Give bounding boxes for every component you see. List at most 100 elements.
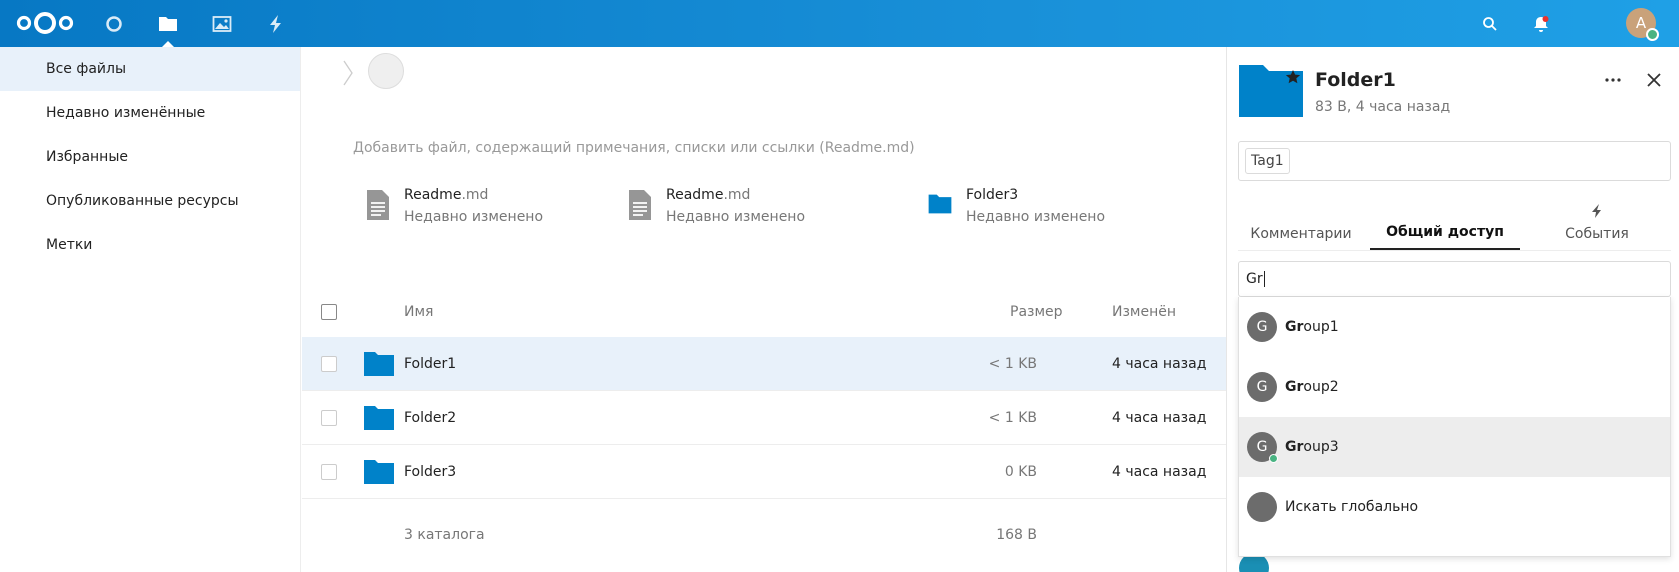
file-table-header: Имя Размер Изменён	[302, 287, 1226, 337]
recent-file-name: Readme.md	[404, 187, 489, 203]
group-avatar: G	[1247, 432, 1278, 463]
row-checkbox[interactable]	[321, 464, 337, 480]
file-list-area: Добавить файл, содержащий примечания, сп…	[302, 47, 1226, 572]
tags-input[interactable]: Tag1	[1238, 141, 1671, 181]
group-avatar: G	[1247, 372, 1277, 402]
folder-icon	[159, 16, 177, 31]
summary-count: 3 каталога	[404, 527, 485, 543]
column-modified[interactable]: Изменён	[1112, 287, 1176, 337]
global-search-avatar	[1247, 492, 1277, 522]
suggestion-label: Gr oup3	[1285, 439, 1339, 455]
folder-icon	[928, 194, 952, 214]
file-size: < 1 KB	[988, 410, 1037, 426]
share-suggestions-dropdown: G Gr oup1 G Gr oup2 G Gr oup3 Искать глобал…	[1238, 297, 1671, 557]
file-modified: 4 часа назад	[1112, 356, 1207, 372]
close-icon	[1647, 73, 1661, 87]
nav-shares[interactable]: Опубликованные ресурсы	[0, 179, 300, 223]
table-row[interactable]: Folder2 < 1 KB 4 часа назад	[302, 391, 1226, 445]
nextcloud-logo-icon[interactable]	[14, 9, 76, 37]
suggestion-label: Gr oup1	[1285, 319, 1339, 335]
folder-icon	[364, 352, 394, 376]
nav-recent[interactable]: Недавно изменённые	[0, 91, 300, 135]
suggestion-label: Искать глобально	[1285, 499, 1419, 515]
tab-comments[interactable]: Комментарии	[1226, 202, 1376, 250]
folder-icon	[364, 406, 394, 430]
circle-icon	[106, 15, 122, 32]
image-icon	[212, 15, 232, 32]
share-search-input[interactable]: Gr	[1238, 261, 1671, 297]
row-checkbox[interactable]	[321, 410, 337, 426]
details-sidebar: Folder1 83 B, 4 часа назад Tag1 Коммента…	[1226, 47, 1679, 572]
more-horizontal-icon	[1605, 78, 1621, 82]
tag-chip[interactable]: Tag1	[1245, 148, 1290, 174]
text-caret	[1263, 271, 1265, 287]
table-row[interactable]: Folder1 < 1 KB 4 часа назад	[302, 337, 1226, 391]
table-summary: 3 каталога 168 B	[302, 527, 1226, 557]
tab-sharing[interactable]: Общий доступ	[1370, 202, 1520, 250]
file-modified: 4 часа назад	[1112, 464, 1207, 480]
nav-label: Все файлы	[46, 61, 127, 77]
notifications-button[interactable]	[1521, 0, 1561, 47]
nav-favorites[interactable]: Избранные	[0, 135, 300, 179]
document-icon	[367, 190, 389, 220]
tabs-divider	[1238, 250, 1671, 251]
star-icon[interactable]	[1285, 69, 1301, 85]
breadcrumb-chevron-icon	[343, 60, 353, 86]
lightning-icon	[270, 14, 281, 33]
nav-label: Недавно изменённые	[46, 105, 206, 121]
folder-icon	[364, 460, 394, 484]
bell-icon	[1534, 15, 1549, 32]
top-header: A	[0, 0, 1679, 47]
sidebar-title: Folder1	[1315, 69, 1396, 91]
nav-activity[interactable]	[250, 0, 302, 47]
nav-files[interactable]	[142, 0, 194, 47]
group-avatar: G	[1247, 312, 1277, 342]
file-modified: 4 часа назад	[1112, 410, 1207, 426]
tab-activity[interactable]: События	[1522, 202, 1672, 250]
row-checkbox[interactable]	[321, 356, 337, 372]
suggestion-label: Gr oup2	[1285, 379, 1339, 395]
share-input-value: Gr	[1246, 271, 1263, 287]
suggestion-group1[interactable]: G Gr oup1	[1239, 297, 1670, 357]
summary-size: 168 B	[996, 527, 1037, 543]
nav-label: Избранные	[46, 149, 128, 165]
document-icon	[629, 190, 651, 220]
avatar-letter: A	[1635, 14, 1647, 32]
file-name[interactable]: Folder2	[404, 391, 456, 445]
search-button[interactable]	[1470, 0, 1510, 47]
nav-tags[interactable]: Метки	[0, 223, 300, 267]
nav-label: Опубликованные ресурсы	[46, 193, 239, 209]
close-sidebar-button[interactable]	[1639, 65, 1669, 95]
lightning-icon	[1592, 204, 1601, 218]
table-row[interactable]: Folder3 0 KB 4 часа назад	[302, 445, 1226, 499]
recent-file-3[interactable]: Folder3 Недавно изменено	[926, 185, 1166, 235]
suggestion-global-search[interactable]: Искать глобально	[1239, 477, 1670, 537]
file-name[interactable]: Folder3	[404, 445, 456, 499]
file-name[interactable]: Folder1	[404, 337, 456, 391]
suggestion-group2[interactable]: G Gr oup2	[1239, 357, 1670, 417]
sidebar-subtitle: 83 B, 4 часа назад	[1315, 99, 1451, 115]
recent-file-name: Folder3	[966, 187, 1019, 203]
search-icon	[1483, 16, 1497, 31]
breadcrumb-add-button[interactable]	[368, 53, 404, 89]
select-all-checkbox[interactable]	[321, 304, 337, 320]
left-navigation: Все файлы Недавно изменённые Избранные О…	[0, 47, 301, 572]
recent-file-status: Недавно изменено	[404, 209, 544, 225]
nav-dashboard[interactable]	[88, 0, 140, 47]
suggestion-group3[interactable]: G Gr oup3	[1239, 417, 1670, 477]
recent-file-1[interactable]: Readme.md Недавно изменено	[364, 185, 604, 235]
file-size: 0 KB	[1004, 464, 1037, 480]
readme-hint[interactable]: Добавить файл, содержащий примечания, сп…	[353, 140, 915, 156]
column-size[interactable]: Размер	[1010, 287, 1063, 337]
recent-file-2[interactable]: Readme.md Недавно изменено	[626, 185, 866, 235]
column-name[interactable]: Имя	[404, 287, 433, 337]
recent-file-status: Недавно изменено	[666, 209, 806, 225]
status-online-icon	[1269, 454, 1278, 463]
user-avatar[interactable]: A	[1626, 8, 1659, 41]
file-size: < 1 KB	[988, 356, 1037, 372]
nav-all-files[interactable]: Все файлы	[0, 47, 300, 91]
status-online-icon	[1646, 28, 1659, 41]
recent-file-status: Недавно изменено	[966, 209, 1106, 225]
more-actions-button[interactable]	[1598, 65, 1628, 95]
nav-photos[interactable]	[196, 0, 248, 47]
